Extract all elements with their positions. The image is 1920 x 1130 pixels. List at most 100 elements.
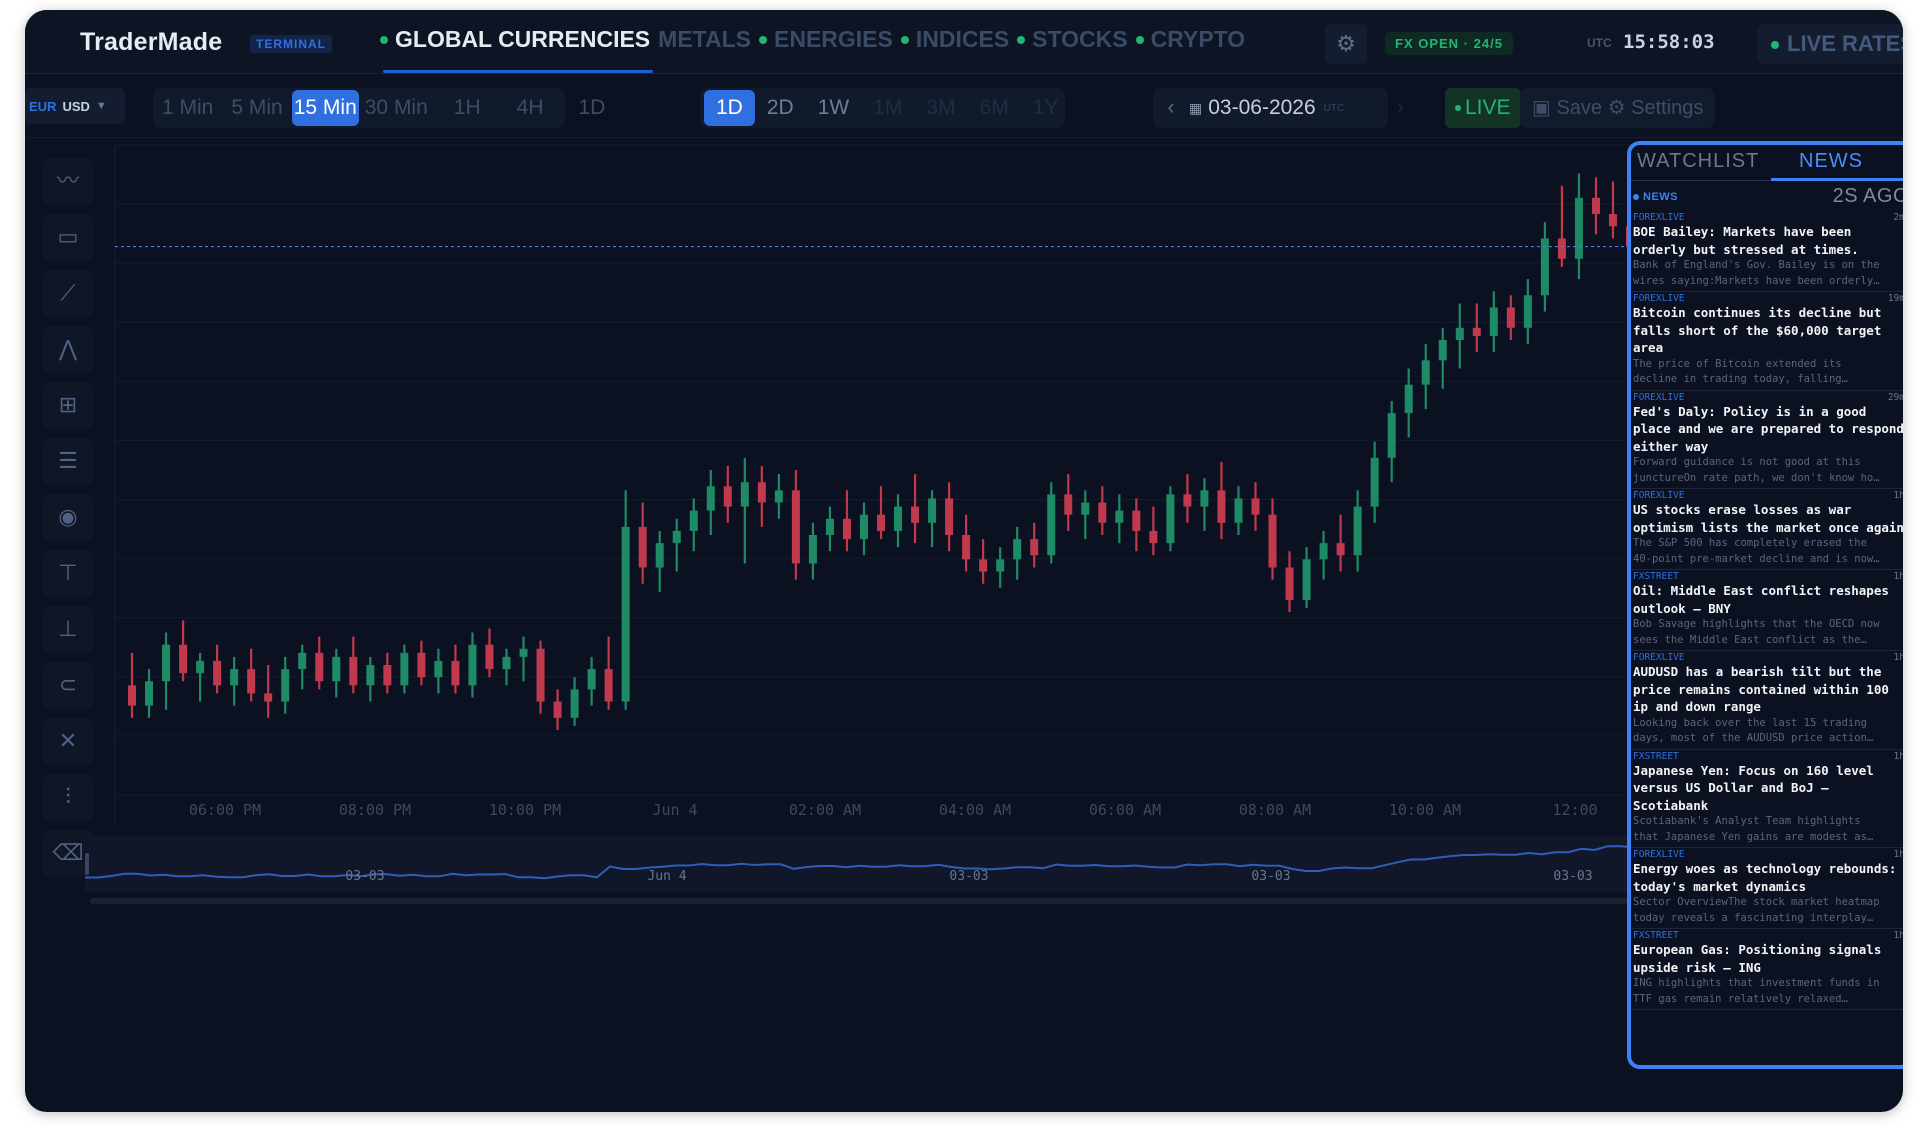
tab-label: GLOBAL CURRENCIES [395, 26, 651, 52]
interval-5min[interactable]: 5 Min [222, 90, 291, 126]
candle-body [1166, 494, 1175, 544]
pair-select[interactable]: EUR USD ▼ [25, 88, 125, 124]
candle-body [570, 689, 579, 718]
clock: 15:58:03 [1623, 31, 1715, 53]
news-item[interactable]: FXSTREET 1hOil: Middle East conflict resh… [1631, 570, 1903, 651]
app-logo[interactable]: TraderMade [80, 28, 222, 57]
news-title[interactable]: European Gas: Positioning signals upside… [1633, 941, 1903, 976]
tab-label: METALS [658, 26, 751, 52]
tab-indices[interactable]: INDICES [900, 26, 1009, 53]
candle-body [1285, 567, 1294, 600]
candle-body [1506, 307, 1515, 328]
interval-1d[interactable]: 1D [570, 90, 615, 126]
tab-watchlist[interactable]: WATCHLIST [1637, 150, 1759, 173]
date-picker[interactable]: ‹ ▦ 03-06-2026 UTC [1153, 88, 1388, 128]
range-1w[interactable]: 1W [806, 90, 862, 126]
candle-body [979, 559, 988, 572]
news-description: today reveals a fascinating interplay… [1633, 911, 1874, 924]
news-header: NEWS 2S AGO [1633, 185, 1903, 209]
live-button[interactable]: LIVE [1445, 88, 1521, 128]
tab-energies[interactable]: ENERGIES [759, 26, 893, 53]
news-title[interactable]: BOE Bailey: Markets have been orderly bu… [1633, 223, 1903, 258]
news-age: 29m [1887, 391, 1903, 403]
tab-global-currencies[interactable]: GLOBAL CURRENCIES [380, 26, 650, 53]
news-title[interactable]: Japanese Yen: Focus on 160 level versus … [1633, 762, 1903, 815]
save-button[interactable]: Save [1556, 97, 1602, 119]
chevron-right-icon[interactable]: › [1397, 96, 1404, 119]
candle-body [1574, 197, 1583, 259]
news-item[interactable]: FOREXLIVE 1hEnergy woes as technology reb… [1631, 848, 1903, 929]
news-description: decline in trading today, falling… [1633, 373, 1848, 385]
calendar-icon: ▦ [1189, 99, 1203, 116]
news-item[interactable]: FOREXLIVE 29mFed's Daly: Policy is in a g… [1631, 391, 1903, 489]
news-title[interactable]: Fed's Daly: Policy is in a good place an… [1633, 403, 1903, 456]
range-3m[interactable]: 3M [914, 90, 967, 126]
news-title[interactable]: US stocks erase losses as war optimism l… [1633, 501, 1903, 536]
range-6m[interactable]: 6M [968, 90, 1021, 126]
tab-crypto[interactable]: CRYPTO [1135, 26, 1245, 53]
news-item[interactable]: FOREXLIVE 19mBitcoin continues its declin… [1631, 292, 1903, 391]
news-title[interactable]: Oil: Middle East conflict reshapes outlo… [1633, 582, 1903, 617]
news-item[interactable]: FOREXLIVE 2mBOE Bailey: Markets have been… [1631, 211, 1903, 292]
settings-gear-icon[interactable]: ⚙ [1325, 24, 1367, 64]
news-age: 1h [1893, 930, 1903, 941]
news-item[interactable]: FXSTREET 1hEuropean Gas: Positioning sign… [1631, 929, 1903, 1010]
interval-1h[interactable]: 1H [444, 90, 507, 126]
news-item[interactable]: FOREXLIVE 1hAUDUSD has a bearish tilt but… [1631, 651, 1903, 750]
interval-15min[interactable]: 15 Min [291, 90, 359, 126]
tab-metals[interactable]: METALS [658, 26, 751, 53]
news-description: that Japanese Yen gains are modest as… [1633, 830, 1874, 843]
navigator-label: 03-03 [1251, 869, 1290, 884]
candle-body [894, 506, 903, 531]
panel-tabs: WATCHLIST NEWS [1631, 145, 1903, 181]
status-dot-icon [1771, 41, 1779, 50]
news-title[interactable]: Energy woes as technology rebounds: toda… [1633, 860, 1903, 895]
range-1m[interactable]: 1M [861, 90, 914, 126]
settings-button[interactable]: Settings [1631, 97, 1703, 119]
news-item[interactable]: FXSTREET 1hJapanese Yen: Focus on 160 lev… [1631, 750, 1903, 848]
x-tick-label: 02:00 AM [789, 801, 861, 819]
candle-body [1200, 490, 1209, 507]
candle-body [451, 660, 460, 686]
tab-stocks[interactable]: STOCKS [1017, 26, 1128, 53]
candle-body [383, 665, 392, 686]
pair-base: EUR [29, 98, 57, 114]
interval-4h[interactable]: 4H [507, 90, 570, 126]
chevron-left-icon[interactable]: ‹ [1153, 96, 1189, 120]
news-source: FXSTREET [1633, 571, 1679, 582]
candle-body [349, 656, 358, 686]
candle-body [1047, 494, 1056, 556]
candle-body [1132, 510, 1141, 531]
chevron-down-icon: ▼ [95, 100, 107, 112]
candle-body [332, 656, 341, 682]
candle-body [1251, 498, 1260, 515]
tab-label: ENERGIES [774, 26, 893, 52]
interval-30min[interactable]: 30 Min [359, 90, 444, 126]
range-1y[interactable]: 1Y [1021, 90, 1071, 126]
news-title[interactable]: Bitcoin continues its decline but falls … [1633, 304, 1903, 357]
news-description: The S&P 500 has completely erased the [1633, 537, 1867, 549]
news-source: FOREXLIVE [1633, 212, 1685, 223]
candle-body [1064, 494, 1073, 515]
news-age: 19m [1887, 293, 1903, 304]
news-source: FOREXLIVE [1633, 490, 1685, 501]
candle-body [928, 498, 937, 523]
news-item[interactable]: FOREXLIVE 1hUS stocks erase losses as war… [1631, 489, 1903, 570]
live-rates-button[interactable]: LIVE RATES [1757, 24, 1903, 64]
range-2d[interactable]: 2D [755, 90, 806, 126]
x-tick-label: 08:00 AM [1239, 801, 1311, 819]
range-1d[interactable]: 1D [704, 90, 755, 126]
price-chart[interactable]: 06:00 PM 08:00 PM 10:00 PM Jun 4 02:00 AM 04:… [85, 135, 1660, 1095]
candle-body [145, 681, 154, 706]
candle-body [162, 644, 171, 682]
candle-body [247, 669, 256, 694]
save-settings-group: ▣ Save ⚙ Settings [1520, 88, 1716, 128]
status-dot-icon [1455, 105, 1461, 112]
interval-1min[interactable]: 1 Min [153, 90, 222, 126]
news-source: FXSTREET [1633, 930, 1679, 941]
x-tick-label: 12:00 [1552, 801, 1597, 819]
news-source: FOREXLIVE [1633, 849, 1685, 860]
candle-body [230, 669, 239, 686]
news-title[interactable]: AUDUSD has a bearish tilt but the price … [1633, 663, 1903, 716]
tab-news[interactable]: NEWS [1799, 150, 1863, 173]
